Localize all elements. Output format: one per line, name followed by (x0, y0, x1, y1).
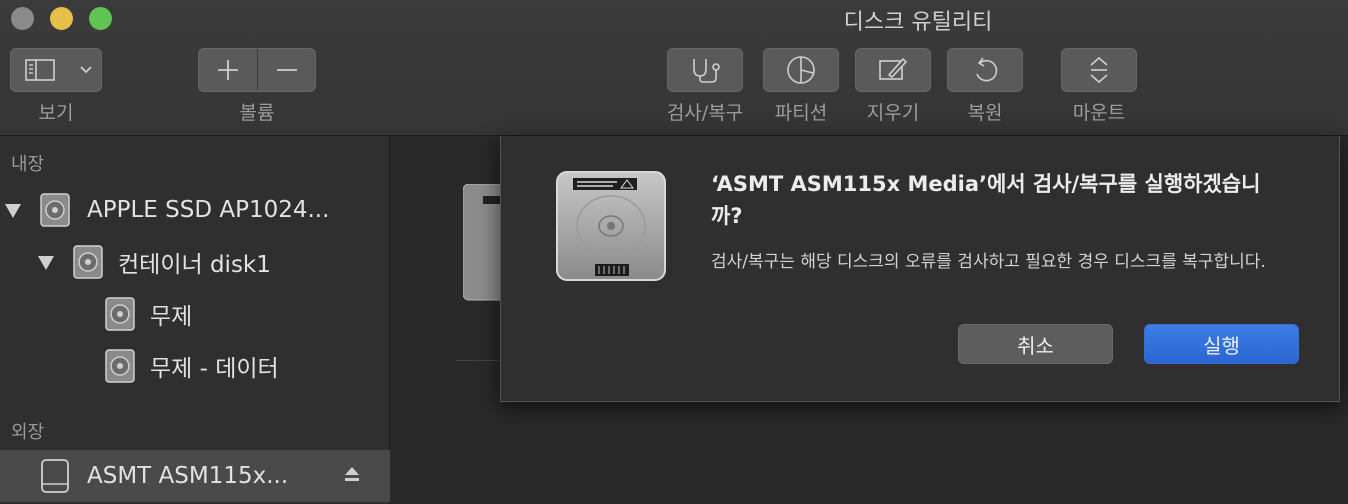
restore-label: 복원 (967, 102, 1003, 124)
restore-button[interactable] (947, 48, 1023, 92)
stethoscope-icon (693, 59, 720, 83)
dialog-message: 검사/복구는 해당 디스크의 오류를 검사하고 필요한 경우 디스크를 복구합니… (711, 252, 1266, 272)
erase-label: 지우기 (866, 102, 920, 124)
window-title: 디스크 유틸리티 (843, 10, 993, 35)
sidebar-item-label: 무제 (150, 304, 193, 330)
external-drive-icon (41, 459, 69, 493)
sidebar-icon (25, 59, 55, 81)
view-label: 보기 (38, 102, 74, 124)
external-section-header: 외장 (11, 422, 45, 443)
add-volume-button[interactable] (199, 49, 257, 91)
erase-button[interactable] (855, 48, 931, 92)
disclosure-triangle-icon[interactable] (5, 204, 21, 218)
sidebar-item-untitled[interactable]: 무제 (0, 288, 390, 340)
internal-disk-icon (40, 193, 70, 227)
sidebar-item-untitled-data[interactable]: 무제 - 데이터 (0, 340, 390, 392)
erase-icon (879, 57, 908, 80)
remove-volume-button[interactable] (258, 49, 316, 91)
pie-chart-icon (787, 56, 815, 84)
chevron-down-icon (80, 66, 92, 74)
partition-button[interactable] (763, 48, 839, 92)
volume-disk-icon (105, 349, 135, 383)
sidebar-item-label: APPLE SSD AP1024... (87, 197, 330, 223)
mount-label: 마운트 (1072, 102, 1126, 124)
cancel-button[interactable]: 취소 (958, 324, 1113, 364)
view-button[interactable] (10, 48, 102, 92)
sidebar: 내장 APPLE SSD AP1024... 컨테이너 disk1 무제 무제 … (0, 136, 390, 504)
disclosure-triangle-icon[interactable] (38, 256, 54, 270)
minus-icon (277, 69, 297, 71)
sidebar-item-container[interactable]: 컨테이너 disk1 (0, 236, 390, 288)
sidebar-item-label: 컨테이너 disk1 (118, 252, 271, 278)
first-aid-dialog: ‘ASMT ASM115x Media’에서 검사/복구를 실행하겠습니까? 검… (500, 136, 1340, 402)
sidebar-item-label: 무제 - 데이터 (150, 356, 279, 382)
plus-icon (218, 60, 238, 80)
eject-icon[interactable] (343, 465, 361, 483)
sidebar-item-apple-ssd[interactable]: APPLE SSD AP1024... (0, 184, 390, 236)
container-disk-icon (73, 245, 103, 279)
volume-segmented-control (198, 48, 316, 92)
toolbar: 디스크 유틸리티 보기 볼륨 검사/복구 파티션 지우기 복원 마운트 (0, 0, 1348, 136)
hard-disk-icon (556, 171, 666, 281)
volume-disk-icon (105, 297, 135, 331)
dialog-title: ‘ASMT ASM115x Media’에서 검사/복구를 실행하겠습니까? (711, 172, 1261, 228)
sidebar-item-label: ASMT ASM115x... (87, 463, 289, 489)
volume-label: 볼륨 (239, 102, 275, 124)
run-button[interactable]: 실행 (1144, 324, 1299, 364)
mount-icon (1090, 56, 1108, 84)
sidebar-item-asmt[interactable]: ASMT ASM115x... (0, 450, 390, 502)
restore-arrow-icon (976, 57, 998, 82)
mount-button[interactable] (1061, 48, 1137, 92)
first-aid-button[interactable] (667, 48, 743, 92)
internal-section-header: 내장 (11, 154, 45, 175)
first-aid-label: 검사/복구 (666, 102, 744, 124)
partition-label: 파티션 (774, 102, 828, 124)
